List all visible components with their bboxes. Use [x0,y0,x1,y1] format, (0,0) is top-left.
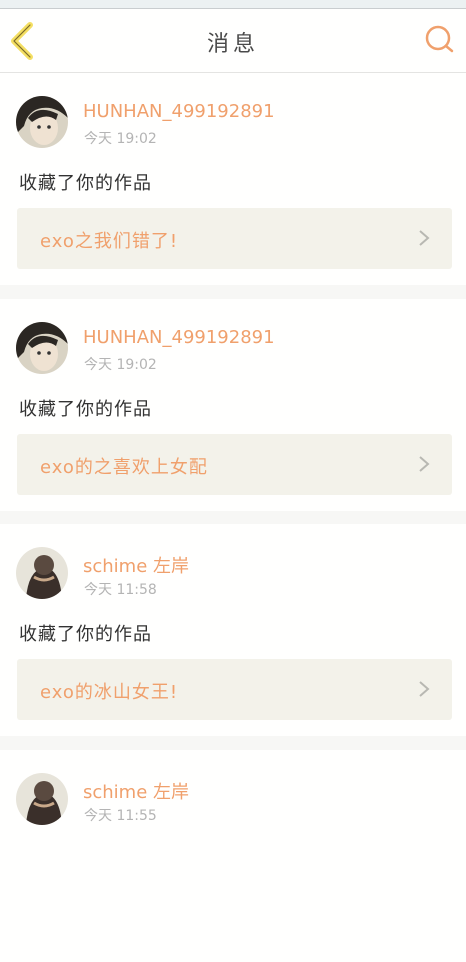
top-nav-bar: 消息 [0,9,466,73]
message-card: schime 左岸 今天 11:58 收藏了你的作品 exo的冰山女王! [0,524,466,736]
search-button[interactable] [424,23,456,55]
work-link[interactable]: exo之我们错了! [17,208,452,269]
work-title: exo之我们错了! [40,231,179,252]
page-title: 消息 [206,32,259,57]
avatar[interactable] [16,547,68,599]
timestamp: 今天 11:58 [84,582,157,598]
avatar[interactable] [16,322,68,374]
chevron-right-icon [419,456,430,472]
timestamp: 今天 19:02 [84,357,157,373]
action-text: 收藏了你的作品 [19,399,152,420]
timestamp: 今天 11:55 [84,808,157,824]
work-link[interactable]: exo的冰山女王! [17,659,452,720]
chevron-right-icon [419,681,430,697]
avatar[interactable] [16,773,68,825]
chevron-right-icon [419,230,430,246]
username[interactable]: schime 左岸 [83,778,189,804]
username[interactable]: HUNHAN_499192891 [83,101,275,122]
username[interactable]: HUNHAN_499192891 [83,327,275,348]
search-icon [425,25,454,53]
timestamp: 今天 19:02 [84,131,157,147]
avatar[interactable] [16,96,68,148]
username[interactable]: schime 左岸 [83,552,189,578]
message-card: schime 左岸 今天 11:55 [0,750,466,962]
action-text: 收藏了你的作品 [19,173,152,194]
message-card: HUNHAN_499192891 今天 19:02 收藏了你的作品 exo之我们… [0,73,466,285]
work-link[interactable]: exo的之喜欢上女配 [17,434,452,495]
work-title: exo的之喜欢上女配 [40,457,208,478]
status-bar [0,0,466,8]
action-text: 收藏了你的作品 [19,624,152,645]
work-title: exo的冰山女王! [40,682,179,703]
message-card: HUNHAN_499192891 今天 19:02 收藏了你的作品 exo的之喜… [0,299,466,511]
